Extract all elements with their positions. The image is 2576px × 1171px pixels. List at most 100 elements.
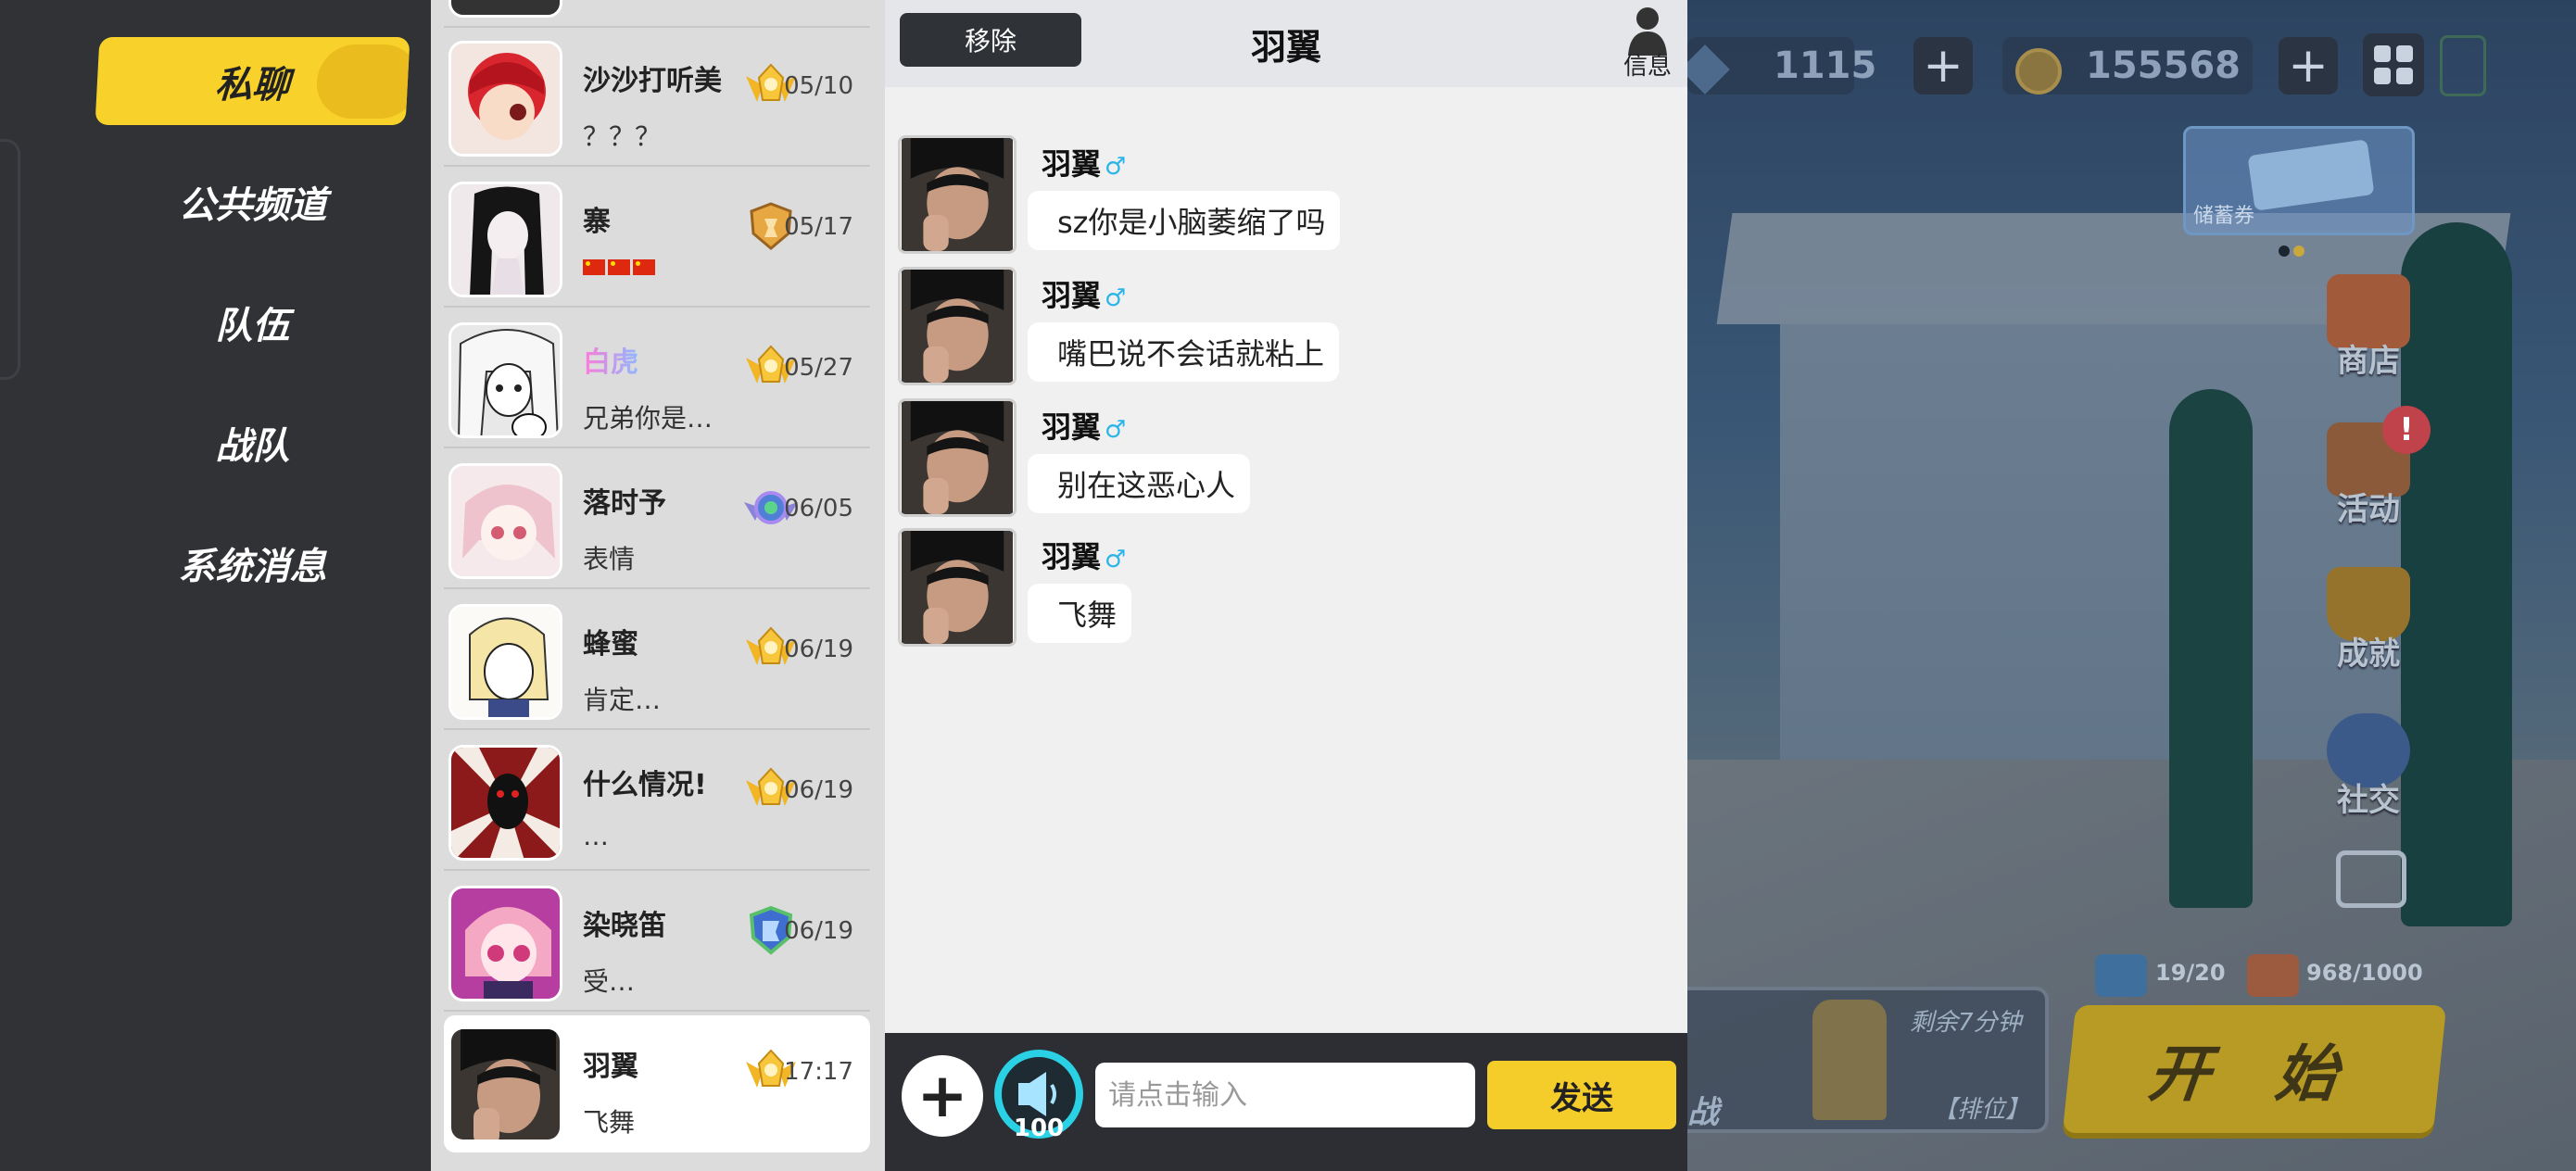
conversation-date: 05/10	[784, 72, 853, 100]
mode-name: 战	[1687, 1094, 1719, 1131]
conversation-preview: 飞舞	[583, 1107, 636, 1138]
sender-name: 羽翼 ♂	[1042, 539, 1127, 574]
sender-name: 羽翼 ♂	[1042, 278, 1127, 313]
sender-avatar[interactable]	[898, 528, 1017, 647]
game-mode-panel[interactable]: 剩余7分钟 战 【排位】	[1687, 987, 2049, 1133]
add-gems-button[interactable]: +	[1913, 37, 1973, 94]
male-icon: ♂	[1105, 153, 1127, 181]
voucher-label: 储蓄券	[2193, 205, 2255, 228]
conversation-item[interactable]: 沙沙打听美 ？？？ 05/10	[444, 30, 870, 167]
savings-voucher-banner[interactable]: 储蓄券	[2183, 126, 2415, 235]
male-icon: ♂	[1105, 416, 1127, 444]
achievement-button[interactable]: 成就	[2317, 567, 2419, 674]
shop-label: 商店	[2337, 343, 2400, 380]
message-bubble: sz你是小脑萎缩了吗	[1028, 191, 1341, 250]
coin-amount: 155568	[2086, 44, 2241, 87]
alert-badge: !	[2382, 406, 2431, 454]
card-counter: 19/20	[2155, 960, 2226, 986]
conversation-date: 06/19	[784, 636, 853, 663]
message-bubble: 嘴巴说不会话就粘上	[1028, 322, 1340, 382]
sidebar-edge-decoration	[0, 139, 20, 380]
conversation-item-selected[interactable]: 羽翼 飞舞 17:17	[444, 1015, 870, 1152]
nav-decoration-shape	[314, 44, 410, 119]
background-watermark	[334, 111, 431, 1130]
chat-input-bar: + 100 发送	[885, 1033, 1687, 1171]
conversation-item[interactable]: 染晓笛 受… 06/19	[444, 875, 870, 1012]
menu-grid-button[interactable]	[2363, 33, 2424, 96]
card-icon	[2095, 954, 2147, 997]
conversation-item[interactable]: 什么情况! … 06/19	[444, 734, 870, 871]
conversation-name: 染晓笛	[583, 910, 666, 942]
conversation-preview: ？？？	[583, 121, 662, 152]
info-button[interactable]: 信息	[1617, 4, 1678, 82]
nav-private-chat[interactable]: 私聊	[95, 37, 410, 125]
conversation-time: 17:17	[784, 1058, 853, 1086]
avatar	[448, 463, 562, 579]
avatar	[448, 745, 562, 861]
sender-name: 羽翼 ♂	[1042, 146, 1127, 182]
avatar	[448, 1026, 562, 1142]
conversation-name: 落时予	[583, 487, 666, 520]
fullscreen-icon[interactable]	[2336, 850, 2406, 908]
sender-avatar[interactable]	[898, 135, 1017, 254]
nav-label: 战队	[215, 424, 290, 468]
nav-label: 私聊	[214, 63, 291, 107]
event-label: 活动	[2337, 491, 2400, 528]
china-flag-icons	[583, 259, 655, 275]
start-game-button[interactable]: 开 始	[2062, 1005, 2447, 1133]
male-icon: ♂	[1105, 546, 1127, 573]
conversation-name: 寨	[583, 206, 611, 238]
ticket-icon	[2247, 139, 2375, 211]
chat-message: 羽翼 ♂ 别在这恶心人	[898, 398, 1547, 519]
nav-public-channel[interactable]: 公共频道	[97, 157, 408, 246]
nav-team[interactable]: 队伍	[97, 278, 408, 366]
conversation-preview: 肯定…	[583, 685, 662, 715]
conversation-date: 05/27	[784, 354, 853, 382]
message-input[interactable]	[1095, 1063, 1475, 1127]
conversation-item[interactable]: 蜂蜜 肯定… 06/19	[444, 593, 870, 730]
chat-header: 移除 羽翼 信息	[885, 0, 1687, 87]
nav-system-messages[interactable]: 系统消息	[97, 519, 408, 607]
sender-name: 羽翼 ♂	[1042, 409, 1127, 445]
conversation-preview: …	[583, 821, 609, 851]
chat-title: 羽翼	[1250, 27, 1321, 68]
gem-amount: 1115	[1774, 44, 1877, 87]
social-button[interactable]: 社交	[2317, 713, 2419, 820]
avatar	[448, 182, 562, 297]
conversation-item[interactable]: 白虎 兄弟你是… 05/27	[444, 311, 870, 448]
shop-button[interactable]: 商店	[2317, 274, 2419, 381]
ticket-icon	[2247, 954, 2299, 997]
conversation-preview: 兄弟你是…	[583, 403, 713, 434]
add-coins-button[interactable]: +	[2279, 37, 2338, 94]
sender-avatar[interactable]	[898, 267, 1017, 385]
conversation-name: 羽翼	[583, 1051, 638, 1083]
conversation-preview: 表情	[583, 544, 636, 574]
mode-tag: 【排位】	[1933, 1096, 2030, 1124]
chat-category-sidebar: 私聊 公共频道 队伍 战队 系统消息	[0, 0, 431, 1171]
conversation-list[interactable]: 沙沙打听美 ？？？ 05/10 寨 05/17 白虎 兄弟你是… 05/27 落…	[431, 0, 885, 1171]
sender-avatar[interactable]	[898, 398, 1017, 517]
social-label: 社交	[2337, 782, 2400, 819]
conversation-name: 沙沙打听美	[583, 65, 722, 97]
send-button[interactable]: 发送	[1487, 1061, 1676, 1129]
carousel-dots	[2279, 243, 2308, 260]
avatar	[448, 604, 562, 720]
nav-label: 公共频道	[178, 183, 327, 227]
conversation-date: 06/05	[784, 495, 853, 523]
game-lobby-background: 1115 + 155568 + 储蓄券 商店 活动 ! 成就 社交 剩余7分钟 …	[1687, 0, 2576, 1171]
conversation-item[interactable]: 落时予 表情 06/05	[444, 452, 870, 589]
conversation-item[interactable]	[444, 0, 870, 28]
mode-timer: 剩余7分钟	[1910, 1009, 2022, 1037]
conversation-item[interactable]: 寨 05/17	[444, 170, 870, 308]
avatar	[448, 41, 562, 157]
chat-panel: 移除 羽翼 信息 羽翼 ♂ sz你是小脑萎缩了吗 羽翼 ♂ 嘴巴说不会话就粘上 羽翼…	[885, 0, 1687, 1171]
conversation-preview: 受…	[583, 966, 636, 997]
mode-trophy-icon	[1812, 1000, 1887, 1120]
add-attachment-button[interactable]: +	[902, 1055, 983, 1137]
start-label: 开 始	[2144, 1039, 2363, 1110]
nav-clan[interactable]: 战队	[97, 398, 408, 486]
conversation-preview	[583, 250, 655, 282]
conversation-name: 蜂蜜	[583, 628, 638, 661]
coin-icon	[2015, 48, 2062, 94]
chat-message: 羽翼 ♂ 嘴巴说不会话就粘上	[898, 267, 1547, 387]
